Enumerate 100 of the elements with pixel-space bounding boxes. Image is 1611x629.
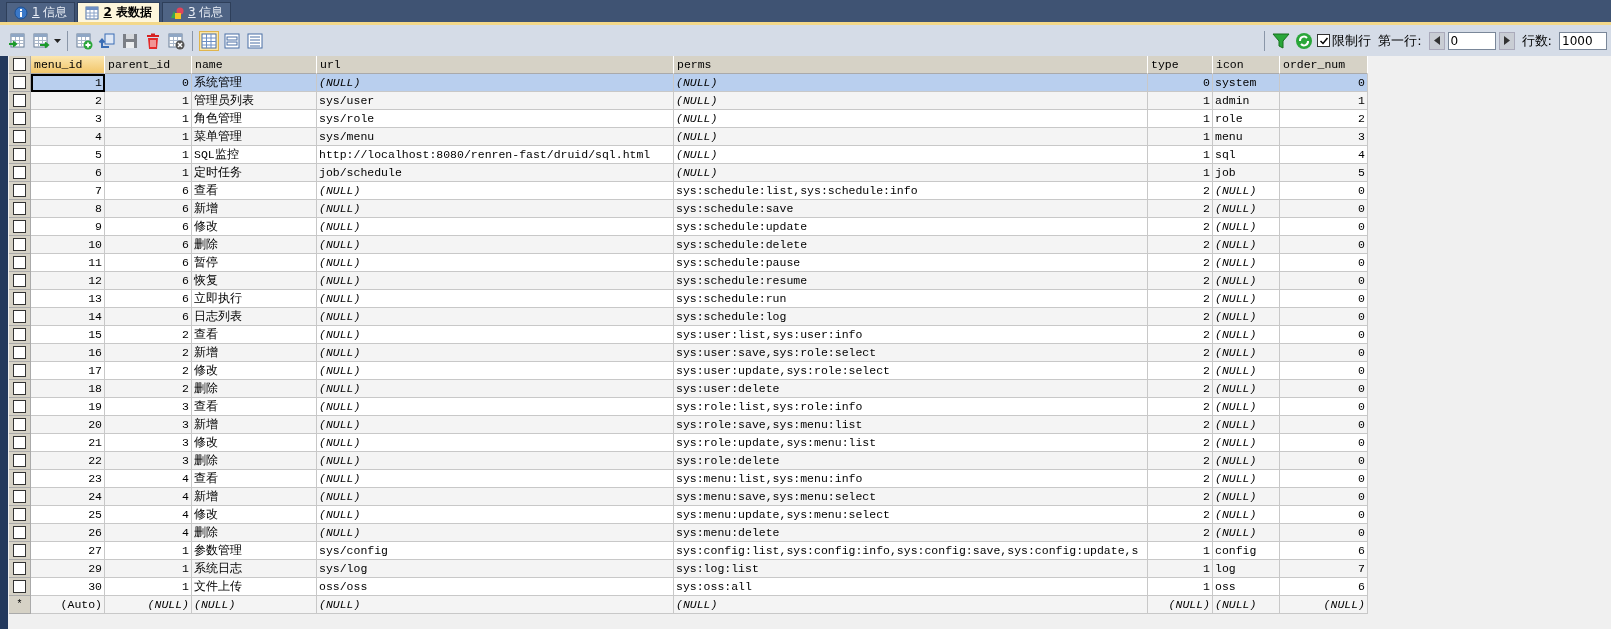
row-checkbox[interactable] — [13, 148, 26, 161]
table-cell: (NULL) — [1213, 272, 1280, 290]
first-row-field[interactable]: 0 — [1447, 31, 1496, 50]
table-cell: 2 — [1148, 254, 1213, 272]
row-checkbox[interactable] — [13, 292, 26, 305]
tab[interactable]: 3 信息 — [162, 2, 232, 22]
table-cell: 删除 — [192, 236, 317, 254]
column-header[interactable]: name — [192, 56, 317, 74]
table-cell: 0 — [1280, 452, 1368, 470]
table-cell: log — [1213, 560, 1280, 578]
table-cell: 25 — [31, 506, 105, 524]
table-cell: 0 — [1280, 344, 1368, 362]
column-header[interactable]: icon — [1213, 56, 1280, 74]
table-cell: oss — [1213, 578, 1280, 596]
previous-button[interactable] — [1428, 31, 1445, 50]
row-checkbox[interactable] — [13, 508, 26, 521]
next-button[interactable] — [1498, 31, 1515, 50]
table-cell: config — [1213, 542, 1280, 560]
table-cell: (NULL) — [317, 488, 674, 506]
table-cell: 2 — [105, 362, 192, 380]
table-cell: SQL监控 — [192, 146, 317, 164]
row-checkbox[interactable] — [13, 346, 26, 359]
column-header[interactable]: parent_id — [105, 56, 192, 74]
table-cell: 2 — [1148, 236, 1213, 254]
table-cell: 1 — [105, 110, 192, 128]
row-checkbox[interactable] — [13, 274, 26, 287]
row-count-field[interactable]: 1000 — [1559, 31, 1607, 50]
table-cell: 3 — [105, 452, 192, 470]
row-checkbox[interactable] — [13, 544, 26, 557]
tab[interactable]: 2 表数据 — [77, 2, 160, 22]
table-cell: 2 — [1148, 506, 1213, 524]
table-cell: (NULL) — [1213, 596, 1280, 614]
add-row-icon[interactable] — [74, 30, 94, 51]
cancel-icon[interactable] — [166, 30, 186, 51]
table-cell: (NULL) — [1213, 308, 1280, 326]
table-cell: 参数管理 — [192, 542, 317, 560]
row-checkbox[interactable] — [13, 364, 26, 377]
row-checkbox[interactable] — [13, 454, 26, 467]
table-cell: (NULL) — [1213, 326, 1280, 344]
table-cell: menu — [1213, 128, 1280, 146]
row-checkbox[interactable] — [13, 436, 26, 449]
table-cell: 1 — [1148, 560, 1213, 578]
table-cell: 0 — [1280, 326, 1368, 344]
table-cell: 角色管理 — [192, 110, 317, 128]
table-cell: sys:user:list,sys:user:info — [674, 326, 1148, 344]
row-checkbox[interactable] — [13, 580, 26, 593]
row-checkbox[interactable] — [13, 310, 26, 323]
row-checkbox[interactable] — [13, 76, 26, 89]
tab[interactable]: 1 信息 — [6, 2, 76, 22]
table-cell: (NULL) — [1213, 488, 1280, 506]
row-checkbox[interactable] — [13, 418, 26, 431]
row-checkbox[interactable] — [13, 526, 26, 539]
table-cell: sys/menu — [317, 128, 674, 146]
column-header[interactable]: perms — [674, 56, 1148, 74]
column-header[interactable]: type — [1148, 56, 1213, 74]
table-cell: 6 — [105, 290, 192, 308]
row-checkbox[interactable] — [13, 490, 26, 503]
row-checkbox[interactable] — [13, 130, 26, 143]
row-checkbox[interactable] — [13, 184, 26, 197]
form-view-icon[interactable] — [222, 30, 242, 51]
row-checkbox[interactable] — [13, 400, 26, 413]
row-checkbox[interactable] — [13, 166, 26, 179]
row-checkbox[interactable] — [13, 562, 26, 575]
row-checkbox[interactable] — [13, 94, 26, 107]
table-cell: 0 — [1148, 74, 1213, 92]
caret-icon[interactable] — [54, 38, 61, 43]
table-cell: 21 — [31, 434, 105, 452]
table-cell: 1 — [31, 74, 105, 92]
row-checkbox[interactable] — [13, 472, 26, 485]
column-header[interactable]: url — [317, 56, 674, 74]
row-checkbox[interactable] — [13, 238, 26, 251]
table-cell: sys:role:save,sys:menu:list — [674, 416, 1148, 434]
select-all-checkbox[interactable] — [13, 58, 26, 71]
table-cell: 11 — [31, 254, 105, 272]
column-header[interactable]: menu_id — [31, 56, 105, 74]
filter-icon[interactable] — [1271, 30, 1292, 51]
column-header[interactable]: order_num — [1280, 56, 1368, 74]
new-row-marker: * — [16, 599, 23, 610]
row-checkbox[interactable] — [13, 328, 26, 341]
table-cell: 15 — [31, 326, 105, 344]
row-checkbox[interactable] — [13, 220, 26, 233]
row-checkbox[interactable] — [13, 202, 26, 215]
table-cell: 新增 — [192, 344, 317, 362]
limit-rows-checkbox[interactable] — [1317, 34, 1331, 47]
row-checkbox[interactable] — [13, 382, 26, 395]
row-count-label: 行数: — [1521, 31, 1552, 50]
table-cell: 暂停 — [192, 254, 317, 272]
import-icon[interactable] — [8, 30, 28, 51]
export-icon[interactable] — [31, 30, 51, 51]
row-checkbox[interactable] — [13, 112, 26, 125]
undo-icon[interactable] — [97, 30, 117, 51]
table-cell: 6 — [1280, 542, 1368, 560]
table-cell: 2 — [105, 344, 192, 362]
grid-view-icon[interactable] — [199, 30, 219, 51]
table-cell: 2 — [1148, 308, 1213, 326]
table-cell: 4 — [105, 470, 192, 488]
table-cell: (NULL) — [674, 110, 1148, 128]
table-cell: 6 — [1280, 578, 1368, 596]
row-checkbox[interactable] — [13, 256, 26, 269]
table-cell: 2 — [1148, 416, 1213, 434]
